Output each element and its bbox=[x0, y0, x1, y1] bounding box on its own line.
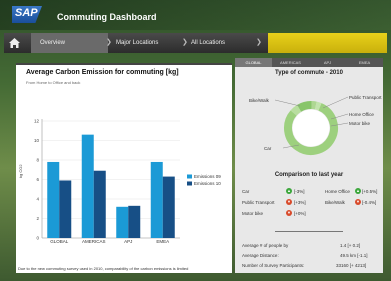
leader-line bbox=[322, 96, 349, 109]
compare-value-bike-walk: [-0.4%] bbox=[362, 200, 377, 205]
stat-label-distance: Average Distance: bbox=[242, 253, 279, 258]
up-arrow-icon: ▲ bbox=[355, 188, 361, 194]
commute-donut-chart bbox=[274, 96, 349, 155]
down-arrow-icon: ▼ bbox=[286, 199, 292, 205]
leader-line bbox=[274, 99, 301, 107]
donut-label-car: Car bbox=[264, 146, 272, 151]
compare-label-public-transport: Public Transport bbox=[242, 200, 275, 205]
donut-hole bbox=[292, 109, 330, 147]
down-arrow-icon: ▼ bbox=[286, 210, 292, 216]
comparison-title: Comparison to last year bbox=[274, 172, 344, 178]
donut-slice bbox=[297, 101, 312, 112]
donut-slice bbox=[290, 104, 302, 116]
up-arrow-icon: ▲ bbox=[286, 188, 292, 194]
donut-label-public-transport: Public Transport bbox=[349, 95, 382, 100]
compare-value-car: [-3%] bbox=[294, 189, 305, 194]
compare-value-public-transport: [+3%] bbox=[294, 200, 306, 205]
down-arrow-icon: ▼ bbox=[355, 199, 361, 205]
donut-slice bbox=[314, 101, 322, 111]
donut-label-motor-bike: Motor bike bbox=[349, 121, 371, 126]
compare-label-home-office: Home Office bbox=[325, 189, 350, 194]
stat-label-people: Average # of people by bbox=[242, 243, 289, 248]
donut-label-bike-walk: Bike/Walk bbox=[249, 98, 269, 103]
donut-slice bbox=[311, 101, 317, 110]
compare-label-car: Car bbox=[242, 189, 250, 194]
compare-label-bike-walk: Bike/Walk bbox=[325, 200, 345, 205]
compare-value-motor-bike: [+0%] bbox=[294, 211, 306, 216]
compare-value-home-office: [+0.5%] bbox=[362, 189, 378, 194]
divider bbox=[275, 231, 343, 232]
stat-value-participants: 33160 [+ 4213] bbox=[336, 263, 367, 268]
stat-value-distance: 49.5 km [-1.1] bbox=[340, 253, 368, 258]
compare-label-motor-bike: Motor bike bbox=[242, 211, 264, 216]
stat-value-people: 1.4 [+ 0.2] bbox=[340, 243, 361, 248]
stat-label-participants: Number of Survey Participants: bbox=[242, 263, 305, 268]
donut-label-home-office: Home Office bbox=[349, 112, 374, 117]
